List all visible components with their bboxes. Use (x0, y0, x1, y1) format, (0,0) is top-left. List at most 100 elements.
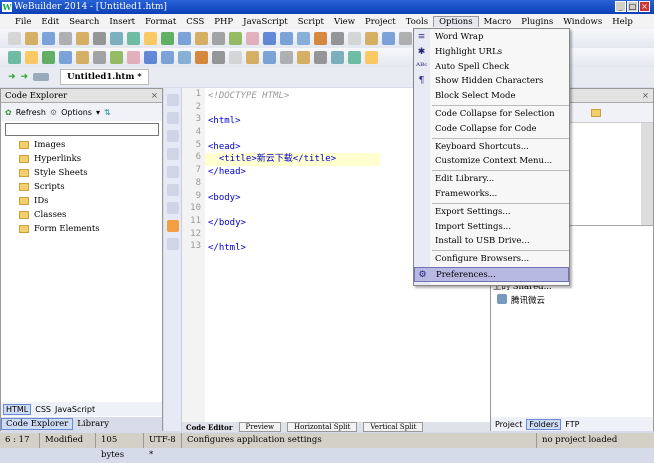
close-icon[interactable]: × (151, 89, 158, 103)
editor-tab-0[interactable]: Code Editor (186, 423, 233, 432)
toolbar-button-icon[interactable] (144, 32, 157, 45)
toolbar-button-icon[interactable] (178, 32, 191, 45)
toolbar-button-icon[interactable] (263, 32, 276, 45)
tree-item[interactable]: Hyperlinks (19, 152, 162, 166)
menu-item-keyboard-shortcuts[interactable]: Keyboard Shortcuts... (414, 140, 569, 155)
toolbar-button-icon[interactable] (246, 51, 259, 64)
panel-tab-project[interactable]: Project (495, 420, 522, 429)
toolbar-button-icon[interactable] (297, 32, 310, 45)
back-icon[interactable]: ➜ (8, 72, 16, 82)
toolbar-button-icon[interactable] (365, 51, 378, 64)
gutter-button-icon[interactable] (167, 238, 179, 250)
toolbar-button-icon[interactable] (348, 51, 361, 64)
menu-tools[interactable]: Tools (401, 17, 433, 27)
toolbar-button-icon[interactable] (297, 51, 310, 64)
editor-tab-1[interactable]: Preview (238, 422, 282, 432)
toolbar-button-icon[interactable] (76, 32, 89, 45)
folder-icon[interactable] (591, 109, 601, 117)
toolbar-button-icon[interactable] (76, 51, 89, 64)
panel-tab[interactable]: Library (73, 419, 113, 429)
toolbar-button-icon[interactable] (59, 51, 72, 64)
toolbar-button-icon[interactable] (280, 32, 293, 45)
editor-tab-3[interactable]: Vertical Split (363, 422, 424, 432)
refresh-button[interactable]: Refresh (16, 108, 46, 117)
menu-item-word-wrap[interactable]: ≡ Word Wrap (414, 30, 569, 45)
menu-plugins[interactable]: Plugins (516, 17, 558, 27)
menu-edit[interactable]: Edit (36, 17, 64, 27)
toolbar-button-icon[interactable] (331, 51, 344, 64)
menu-windows[interactable]: Windows (558, 17, 607, 27)
toolbar-button-icon[interactable] (314, 32, 327, 45)
lang-tab-html[interactable]: HTML (3, 403, 32, 415)
toolbar-button-icon[interactable] (110, 32, 123, 45)
gutter-button-icon[interactable] (167, 148, 179, 160)
scrollbar[interactable] (641, 123, 653, 225)
toolbar-button-icon[interactable] (161, 32, 174, 45)
toolbar-button-icon[interactable] (161, 51, 174, 64)
toolbar-button-icon[interactable] (195, 32, 208, 45)
gutter-button-icon[interactable] (167, 202, 179, 214)
tree-item[interactable]: Scripts (19, 180, 162, 194)
menu-item-code-collapse-for-code[interactable]: Code Collapse for Code (414, 122, 569, 137)
toolbar-button-icon[interactable] (93, 51, 106, 64)
tree-item[interactable]: Classes (19, 208, 162, 222)
menu-item-edit-library[interactable]: Edit Library... (414, 172, 569, 187)
toolbar-button-icon[interactable] (399, 32, 412, 45)
menu-view[interactable]: View (329, 17, 360, 27)
menu-macro[interactable]: Macro (479, 17, 517, 27)
gutter-button-icon[interactable] (167, 94, 179, 106)
menu-item-install-to-usb-drive[interactable]: Install to USB Drive... (414, 234, 569, 249)
maximize-button[interactable]: □ (627, 1, 638, 12)
close-icon[interactable]: × (642, 89, 649, 103)
toolbar-button-icon[interactable] (212, 51, 225, 64)
toolbar-button-icon[interactable] (127, 51, 140, 64)
tree-item[interactable]: Form Elements (19, 222, 162, 236)
close-button[interactable]: × (639, 1, 650, 12)
toolbar-button-icon[interactable] (25, 51, 38, 64)
menu-item-preferences[interactable]: ⚙ Preferences... (414, 266, 569, 282)
lang-tab-javascript[interactable]: JavaScript (55, 405, 95, 414)
menu-php[interactable]: PHP (209, 17, 238, 27)
gutter-button-icon[interactable] (167, 166, 179, 178)
toolbar-button-icon[interactable] (348, 32, 361, 45)
menu-item-import-settings[interactable]: Import Settings... (414, 220, 569, 235)
minimize-button[interactable]: _ (615, 1, 626, 12)
tree-item[interactable]: Images (19, 138, 162, 152)
editor-tab-2[interactable]: Horizontal Split (287, 422, 358, 432)
toolbar-button-icon[interactable] (382, 32, 395, 45)
menu-item-show-hidden-characters[interactable]: ¶ Show Hidden Characters (414, 74, 569, 89)
panel-tab-ftp[interactable]: FTP (565, 420, 579, 429)
menu-item-export-settings[interactable]: Export Settings... (414, 205, 569, 220)
toolbar-button-icon[interactable] (110, 51, 123, 64)
lang-tab-css[interactable]: CSS (35, 405, 51, 414)
menu-file[interactable]: File (10, 17, 36, 27)
panel-tab-folders[interactable]: Folders (526, 418, 562, 430)
forward-icon[interactable]: ➜ (21, 72, 29, 82)
toolbar-button-icon[interactable] (144, 51, 157, 64)
toolbar-button-icon[interactable] (42, 51, 55, 64)
menu-search[interactable]: Search (64, 17, 104, 27)
toolbar-button-icon[interactable] (93, 32, 106, 45)
toolbar-button-icon[interactable] (331, 32, 344, 45)
gutter-button-icon[interactable] (167, 130, 179, 142)
toolbar-button-icon[interactable] (8, 51, 21, 64)
menu-item-frameworks[interactable]: Frameworks... (414, 187, 569, 202)
menu-item-block-select-mode[interactable]: Block Select Mode (414, 89, 569, 104)
toolbar-button-icon[interactable] (195, 51, 208, 64)
tree-item[interactable]: Style Sheets (19, 166, 162, 180)
toolbar-button-icon[interactable] (246, 32, 259, 45)
menu-insert[interactable]: Insert (104, 17, 140, 27)
gutter-button-icon[interactable] (167, 112, 179, 124)
tree-item[interactable]: IDs (19, 194, 162, 208)
toolbar-button-icon[interactable] (212, 32, 225, 45)
toolbar-button-icon[interactable] (229, 32, 242, 45)
menu-project[interactable]: Project (360, 17, 401, 27)
menu-item-customize-context-menu[interactable]: Customize Context Menu... (414, 154, 569, 169)
toolbar-button-icon[interactable] (8, 32, 21, 45)
toolbar-button-icon[interactable] (42, 32, 55, 45)
document-tab[interactable]: Untitled1.htm * (60, 69, 149, 85)
toolbar-button-icon[interactable] (59, 32, 72, 45)
encoding[interactable]: UTF-8 * (144, 433, 182, 460)
menu-help[interactable]: Help (607, 17, 638, 27)
panel-tab[interactable]: Code Explorer (1, 418, 74, 430)
